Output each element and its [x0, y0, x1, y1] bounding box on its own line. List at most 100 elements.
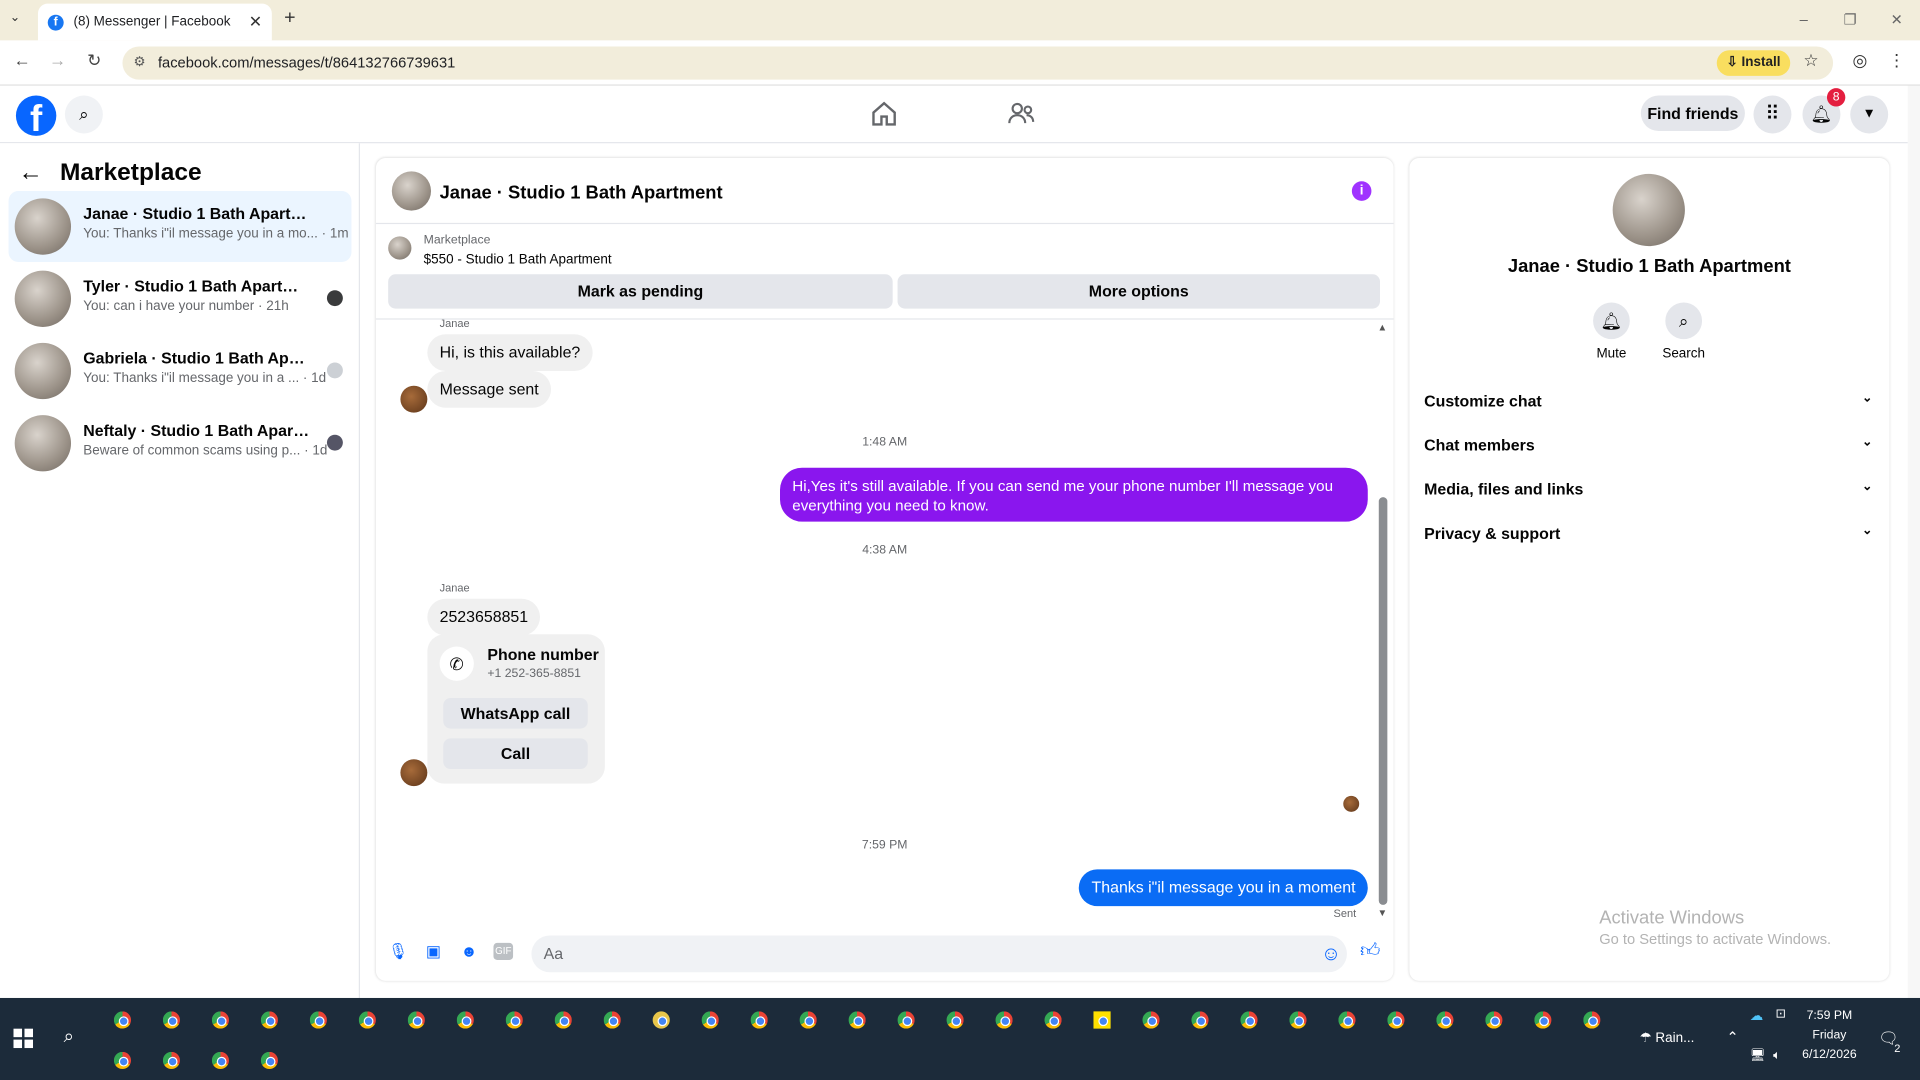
like-thumbs-up-icon[interactable]: 👍︎: [1359, 940, 1381, 962]
tab-search-chevron-icon[interactable]: ⌄: [10, 11, 20, 24]
taskbar-browser-app-icon[interactable]: [503, 1008, 526, 1032]
taskbar-browser-app-icon[interactable]: [405, 1008, 428, 1032]
taskbar-browser-app-icon[interactable]: [454, 1008, 477, 1032]
forward-icon[interactable]: →: [45, 50, 69, 70]
info-icon[interactable]: i: [1351, 181, 1372, 201]
taskbar-browser-app-icon[interactable]: [258, 1008, 281, 1032]
media-files-links-section[interactable]: Media, files and links ⌄: [1424, 480, 1875, 498]
taskbar-browser-app-icon[interactable]: [160, 1049, 183, 1072]
scroll-down-icon[interactable]: ▼: [1378, 907, 1388, 918]
file-explorer-icon[interactable]: [650, 1008, 673, 1032]
taskbar-search-icon[interactable]: ⌕: [64, 1026, 74, 1047]
clock[interactable]: 7:59 PM Friday 6/12/2026: [1798, 1009, 1862, 1062]
taskbar-browser-app-icon[interactable]: [699, 1008, 722, 1032]
url-field[interactable]: ⚙ facebook.com/messages/t/86413276673963…: [122, 46, 1834, 80]
friends-icon[interactable]: [1005, 98, 1037, 130]
taskbar-browser-app-icon[interactable]: [307, 1008, 330, 1032]
profile-icon[interactable]: ◎: [1848, 50, 1872, 71]
conversation-item[interactable]: Tyler · Studio 1 Bath Apartment You: can…: [9, 263, 352, 334]
chat-scrollbar[interactable]: ▲ ▼: [1378, 322, 1389, 918]
minimize-icon[interactable]: –: [1780, 0, 1827, 40]
taskbar-browser-app-icon[interactable]: [1188, 1008, 1212, 1032]
taskbar-browser-app-icon[interactable]: [1531, 1008, 1554, 1032]
taskbar-browser-app-icon[interactable]: [748, 1008, 771, 1032]
taskbar-browser-app-icon[interactable]: [258, 1049, 281, 1072]
avatar[interactable]: [391, 171, 432, 211]
back-icon[interactable]: ←: [10, 50, 34, 70]
taskbar-browser-app-icon[interactable]: [601, 1008, 624, 1032]
sender-avatar[interactable]: [400, 385, 428, 413]
show-hidden-icons-icon[interactable]: ⌃: [1727, 1029, 1739, 1046]
find-friends-button[interactable]: Find friends: [1640, 95, 1745, 132]
tab-close-icon[interactable]: ✕: [249, 12, 262, 32]
bookmark-star-icon[interactable]: ☆: [1799, 50, 1823, 71]
sticker-icon[interactable]: ☻: [458, 940, 480, 962]
conversation-item[interactable]: Neftaly · Studio 1 Bath Apartment Beware…: [9, 408, 352, 479]
taskbar-browser-app-icon[interactable]: [1042, 1008, 1065, 1032]
taskbar-browser-app-icon[interactable]: [1286, 1008, 1309, 1032]
whatsapp-call-button[interactable]: WhatsApp call: [443, 697, 588, 729]
taskbar-browser-app-icon[interactable]: [797, 1008, 820, 1032]
chat-title[interactable]: Janae · Studio 1 Bath Apartment: [440, 182, 723, 203]
profile-avatar[interactable]: [1612, 173, 1685, 247]
privacy-support-section[interactable]: Privacy & support ⌄: [1424, 524, 1875, 542]
taskbar-browser-app-icon[interactable]: [1433, 1008, 1456, 1032]
install-app-button[interactable]: ⇩ Install: [1716, 50, 1791, 76]
taskbar-browser-app-icon[interactable]: [1482, 1008, 1505, 1032]
menu-grid-icon[interactable]: ⠿: [1753, 95, 1792, 134]
microphone-icon[interactable]: 🎙︎: [387, 940, 409, 962]
close-window-icon[interactable]: ✕: [1873, 0, 1920, 40]
windows-start-icon[interactable]: [13, 1028, 34, 1049]
weather-widget[interactable]: ☂ Rain...: [1640, 1030, 1695, 1046]
taskbar-browser-app-icon[interactable]: [1237, 1008, 1261, 1032]
mute-button[interactable]: 🔔︎ Mute: [1581, 302, 1642, 361]
incoming-message[interactable]: Message sent: [427, 371, 551, 408]
site-info-icon[interactable]: ⚙: [133, 47, 145, 80]
volume-icon[interactable]: 🔈︎: [1773, 1049, 1780, 1062]
browser-tab[interactable]: f (8) Messenger | Facebook ✕: [37, 3, 272, 41]
reload-icon[interactable]: ↻: [82, 50, 106, 71]
sticky-notes-icon[interactable]: [1091, 1008, 1114, 1032]
conversation-item[interactable]: Janae · Studio 1 Bath Apartment You: Tha…: [8, 191, 352, 263]
scrollbar-thumb[interactable]: [1378, 497, 1388, 905]
taskbar-browser-app-icon[interactable]: [944, 1008, 967, 1032]
taskbar-browser-app-icon[interactable]: [209, 1049, 232, 1072]
page-scrollbar[interactable]: [1907, 85, 1920, 998]
back-arrow-icon[interactable]: ←: [18, 159, 42, 186]
account-dropdown-icon[interactable]: ▼: [1850, 95, 1889, 134]
browser-menu-icon[interactable]: ⋮: [1885, 50, 1909, 71]
taskbar-browser-app-icon[interactable]: [1140, 1008, 1163, 1032]
mark-as-pending-button[interactable]: Mark as pending: [388, 274, 893, 309]
emoji-icon[interactable]: ☺: [1320, 944, 1342, 966]
outgoing-message[interactable]: Hi,Yes it's still available. If you can …: [780, 467, 1368, 522]
incoming-message[interactable]: Hi, is this available?: [427, 334, 593, 372]
photo-icon[interactable]: ▣: [422, 940, 444, 962]
customize-chat-section[interactable]: Customize chat ⌄: [1424, 392, 1875, 410]
taskbar-browser-app-icon[interactable]: [895, 1008, 918, 1032]
gif-icon[interactable]: GIF: [493, 942, 514, 961]
taskbar-browser-app-icon[interactable]: [552, 1008, 575, 1032]
taskbar-browser-app-icon[interactable]: [111, 1049, 134, 1072]
call-button[interactable]: Call: [443, 738, 588, 769]
chat-members-section[interactable]: Chat members ⌄: [1424, 436, 1875, 454]
taskbar-browser-app-icon[interactable]: [209, 1008, 232, 1032]
onedrive-icon[interactable]: ☁: [1750, 1008, 1763, 1024]
facebook-logo-icon[interactable]: f: [15, 95, 57, 136]
search-icon[interactable]: ⌕: [64, 95, 103, 134]
taskbar-browser-app-icon[interactable]: [160, 1008, 183, 1032]
taskbar-browser-app-icon[interactable]: [846, 1008, 869, 1032]
listing-thumbnail[interactable]: [388, 236, 412, 260]
network-icon[interactable]: 🖥︎: [1750, 1049, 1766, 1062]
home-icon[interactable]: [868, 98, 900, 130]
taskbar-browser-app-icon[interactable]: [1335, 1008, 1358, 1032]
sender-avatar[interactable]: [400, 759, 428, 787]
taskbar-browser-app-icon[interactable]: [111, 1008, 134, 1032]
new-tab-button[interactable]: +: [284, 7, 295, 29]
conversation-item[interactable]: Gabriela · Studio 1 Bath Apartm... You: …: [9, 336, 352, 407]
outgoing-message[interactable]: Thanks i"il message you in a moment: [1079, 869, 1368, 907]
taskbar-browser-app-icon[interactable]: [1580, 1008, 1603, 1032]
restore-icon[interactable]: ❐: [1827, 0, 1874, 40]
taskbar-browser-app-icon[interactable]: [1384, 1008, 1407, 1032]
taskbar-browser-app-icon[interactable]: [993, 1008, 1016, 1032]
more-options-button[interactable]: More options: [897, 274, 1381, 309]
